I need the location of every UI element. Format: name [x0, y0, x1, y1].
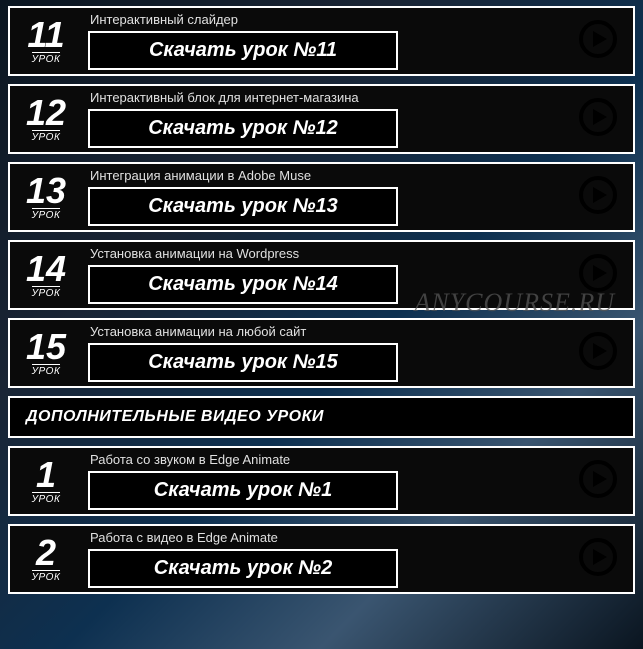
lesson-row: 1УРОК Работа со звуком в Edge Animate Скач… — [8, 446, 635, 516]
play-area — [563, 320, 633, 386]
lesson-number-value: 14 — [26, 251, 66, 287]
play-area — [563, 86, 633, 152]
lesson-content: Интеграция анимации в Adobe Muse Скачать … — [82, 164, 563, 230]
play-icon[interactable] — [578, 253, 618, 298]
lesson-number-value: 15 — [26, 329, 66, 365]
lesson-number: 13УРОК — [10, 164, 82, 230]
play-area — [563, 448, 633, 514]
play-area — [563, 164, 633, 230]
play-icon[interactable] — [578, 537, 618, 582]
play-icon[interactable] — [578, 19, 618, 64]
download-button[interactable]: Скачать урок №2 — [88, 549, 398, 588]
lesson-title: Интерактивный слайдер — [88, 12, 557, 27]
lesson-number: 1УРОК — [10, 448, 82, 514]
lesson-word: УРОК — [32, 286, 61, 299]
play-icon[interactable] — [578, 331, 618, 376]
lesson-content: Установка анимации на Wordpress Скачать у… — [82, 242, 563, 308]
lesson-number: 14УРОК — [10, 242, 82, 308]
lesson-title: Установка анимации на любой сайт — [88, 324, 557, 339]
lesson-number: 12УРОК — [10, 86, 82, 152]
lesson-word: УРОК — [32, 364, 61, 377]
lesson-row: 15УРОК Установка анимации на любой сайт Ск… — [8, 318, 635, 388]
lesson-title: Работа с видео в Edge Animate — [88, 530, 557, 545]
lesson-word: УРОК — [32, 570, 61, 583]
play-icon[interactable] — [578, 459, 618, 504]
lesson-row: 14УРОК Установка анимации на Wordpress Ска… — [8, 240, 635, 310]
lesson-word: УРОК — [32, 52, 61, 65]
lesson-number-value: 13 — [26, 173, 66, 209]
lesson-word: УРОК — [32, 208, 61, 221]
download-button[interactable]: Скачать урок №13 — [88, 187, 398, 226]
lesson-title: Работа со звуком в Edge Animate — [88, 452, 557, 467]
lesson-number: 2УРОК — [10, 526, 82, 592]
extra-lessons-list: 1УРОКРабота со звуком в Edge AnimateСкач… — [8, 446, 635, 594]
play-icon[interactable] — [578, 175, 618, 220]
play-area — [563, 242, 633, 308]
lesson-number-value: 12 — [26, 95, 66, 131]
play-area — [563, 8, 633, 74]
lesson-row: 2УРОК Работа с видео в Edge Animate Скачат… — [8, 524, 635, 594]
lesson-content: Работа со звуком в Edge Animate Скачать у… — [82, 448, 563, 514]
play-icon[interactable] — [578, 97, 618, 142]
lesson-content: Интерактивный блок для интернет-магазина… — [82, 86, 563, 152]
lesson-row: 12УРОКИнтерактивный блок для интернет-ма… — [8, 84, 635, 154]
lesson-number-value: 2 — [36, 535, 56, 571]
lesson-number: 11УРОК — [10, 8, 82, 74]
lesson-title: Установка анимации на Wordpress — [88, 246, 557, 261]
section-header: ДОПОЛНИТЕЛЬНЫЕ ВИДЕО УРОКИ — [8, 396, 635, 438]
download-button[interactable]: Скачать урок №14 — [88, 265, 398, 304]
lesson-word: УРОК — [32, 130, 61, 143]
lesson-number: 15УРОК — [10, 320, 82, 386]
lesson-content: Установка анимации на любой сайт Скачать … — [82, 320, 563, 386]
lesson-content: Интерактивный слайдер Скачать урок №11 — [82, 8, 563, 74]
download-button[interactable]: Скачать урок №11 — [88, 31, 398, 70]
download-button[interactable]: Скачать урок №1 — [88, 471, 398, 510]
download-button[interactable]: Скачать урок №15 — [88, 343, 398, 382]
lesson-title: Интерактивный блок для интернет-магазина — [88, 90, 557, 105]
main-lessons-list: 11УРОКИнтерактивный слайдерСкачать урок … — [8, 6, 635, 388]
lesson-title: Интеграция анимации в Adobe Muse — [88, 168, 557, 183]
download-button[interactable]: Скачать урок №12 — [88, 109, 398, 148]
play-area — [563, 526, 633, 592]
lesson-row: 11УРОК Интерактивный слайдер Скачать урок … — [8, 6, 635, 76]
lesson-row: 13УРОК Интеграция анимации в Adobe Muse Ск… — [8, 162, 635, 232]
lesson-number-value: 11 — [27, 17, 64, 53]
lesson-content: Работа с видео в Edge Animate Скачать уро… — [82, 526, 563, 592]
lesson-number-value: 1 — [36, 457, 56, 493]
lesson-word: УРОК — [32, 492, 61, 505]
